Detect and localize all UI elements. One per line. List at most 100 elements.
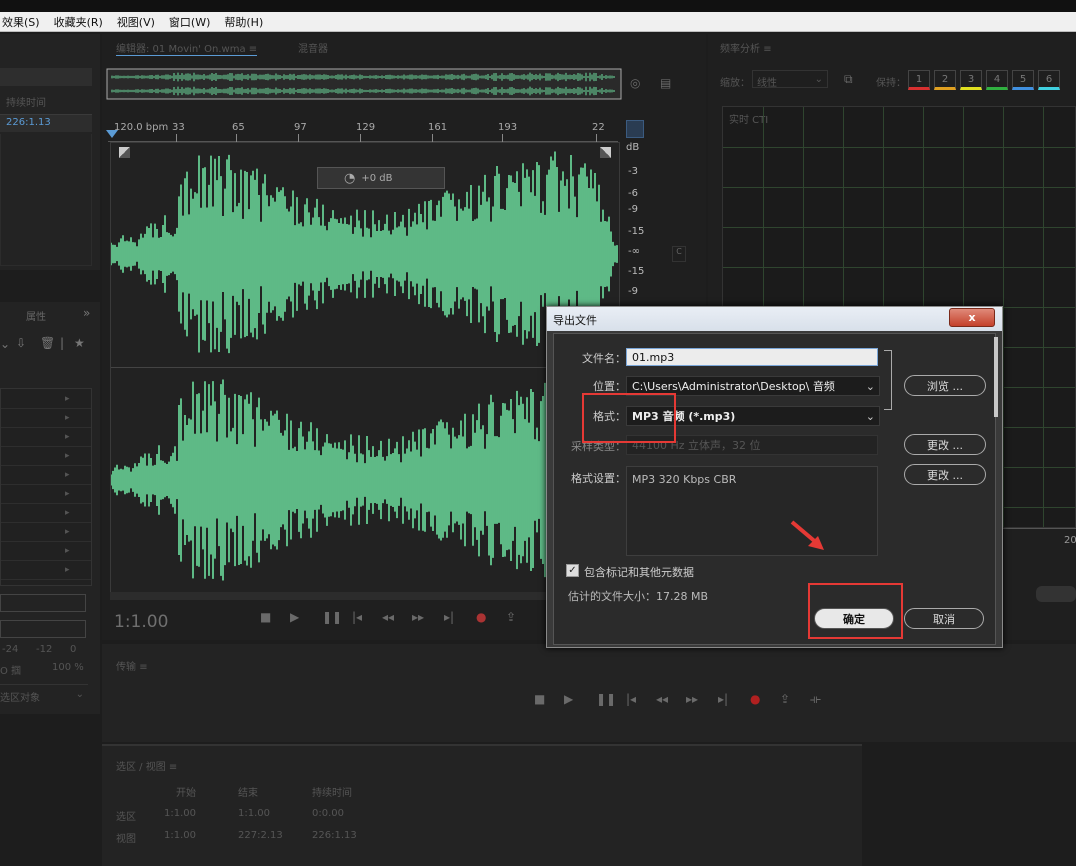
menu-window[interactable]: 窗口(W) bbox=[169, 14, 210, 30]
expand-icon[interactable]: ▸ bbox=[65, 470, 70, 480]
hold-button[interactable]: 2 bbox=[934, 70, 956, 90]
auto-label[interactable]: O 掴 bbox=[0, 662, 21, 677]
menu-help[interactable]: 帮助(H) bbox=[224, 14, 263, 30]
rewind-icon[interactable]: ◂◂ bbox=[656, 692, 668, 706]
filename-input[interactable]: 01.mp3 bbox=[626, 348, 878, 366]
effect-slot[interactable]: ▸ bbox=[1, 505, 91, 523]
fade-in-handle[interactable] bbox=[119, 147, 130, 158]
fade-out-handle[interactable] bbox=[600, 147, 611, 158]
include-markers-checkbox[interactable]: ✓ bbox=[566, 564, 579, 577]
zoom-nav-icon[interactable]: ◎ bbox=[630, 76, 640, 90]
playhead-marker[interactable] bbox=[106, 130, 118, 138]
expand-icon[interactable]: ▸ bbox=[65, 565, 70, 575]
pause-icon[interactable]: ❚❚ bbox=[596, 692, 616, 706]
editor-tab-menu-icon[interactable]: ≡ bbox=[249, 44, 257, 55]
ruler-settings-icon[interactable] bbox=[626, 120, 644, 138]
change-format-button[interactable]: 更改 ... bbox=[904, 464, 986, 485]
scroll-bar[interactable] bbox=[110, 592, 620, 600]
menu-view[interactable]: 视图(V) bbox=[117, 14, 155, 30]
menu-effects[interactable]: 效果(S) bbox=[2, 14, 40, 30]
go-start-icon[interactable]: |◂ bbox=[352, 610, 362, 624]
expand-icon[interactable]: ▸ bbox=[65, 508, 70, 518]
expand-icon[interactable]: ▸ bbox=[65, 527, 70, 537]
selection-object-dropdown[interactable]: 选区对象 ⌄ bbox=[0, 684, 88, 704]
selview-menu-icon[interactable]: ≡ bbox=[169, 762, 177, 773]
properties-tab[interactable]: 属性 bbox=[26, 308, 46, 323]
effect-slot[interactable]: ▸ bbox=[1, 524, 91, 542]
go-end-icon[interactable]: ▸| bbox=[718, 692, 728, 706]
skip-icon[interactable]: ⟛ bbox=[810, 692, 821, 707]
menu-bar: 效果(S) 收藏夹(R) 视图(V) 窗口(W) 帮助(H) bbox=[0, 12, 1076, 32]
db-scale-toggle[interactable]: C bbox=[672, 246, 686, 262]
pause-icon[interactable]: ❚❚ bbox=[322, 610, 342, 624]
overview-waveform[interactable] bbox=[106, 68, 622, 100]
import-icon[interactable]: ⇩ bbox=[16, 336, 26, 350]
expand-icon[interactable]: ▸ bbox=[65, 451, 70, 461]
star-icon[interactable]: ★ bbox=[74, 336, 85, 350]
loop-icon[interactable]: ⇪ bbox=[780, 692, 790, 706]
effect-slot[interactable]: ▸ bbox=[1, 486, 91, 504]
cancel-button[interactable]: 取消 bbox=[904, 608, 984, 629]
expand-icon[interactable]: ▸ bbox=[65, 394, 70, 404]
dropdown-icon[interactable]: ⌄ bbox=[0, 337, 10, 351]
row-view-start[interactable]: 1:1.00 bbox=[164, 830, 196, 841]
row-selection-end[interactable]: 1:1.00 bbox=[238, 808, 270, 819]
rewind-icon[interactable]: ◂◂ bbox=[382, 610, 394, 624]
effect-slot[interactable]: ▸ bbox=[1, 391, 91, 409]
stop-icon[interactable]: ■ bbox=[534, 692, 545, 706]
effect-slot[interactable]: ▸ bbox=[1, 448, 91, 466]
timeline-ruler[interactable]: 120.0 bpm 33 65 97 129 161 193 22 bbox=[108, 118, 618, 142]
freq-menu-icon[interactable]: ≡ bbox=[763, 44, 771, 55]
effect-slot[interactable]: ▸ bbox=[1, 429, 91, 447]
go-start-icon[interactable]: |◂ bbox=[626, 692, 636, 706]
expand-icon[interactable]: ▸ bbox=[65, 413, 70, 423]
go-end-icon[interactable]: ▸| bbox=[444, 610, 454, 624]
stop-icon[interactable]: ■ bbox=[260, 610, 271, 624]
file-row-selected[interactable]: 226:1.13 bbox=[0, 114, 92, 132]
mixer-tab[interactable]: 混音器 bbox=[298, 40, 328, 55]
collapse-icon[interactable]: » bbox=[83, 306, 90, 320]
list-icon[interactable]: ▤ bbox=[660, 76, 671, 90]
include-markers-label[interactable]: 包含标记和其他元数据 bbox=[584, 564, 694, 580]
effect-slot[interactable]: ▸ bbox=[1, 543, 91, 561]
effect-slot[interactable]: ▸ bbox=[1, 467, 91, 485]
row-selection-duration[interactable]: 0:0.00 bbox=[312, 808, 344, 819]
record-icon[interactable]: ● bbox=[476, 610, 486, 624]
beat-tick bbox=[236, 134, 237, 142]
hold-button[interactable]: 6 bbox=[1038, 70, 1060, 90]
loop-icon[interactable]: ⇪ bbox=[506, 610, 516, 624]
hold-button[interactable]: 5 bbox=[1012, 70, 1034, 90]
fast-forward-icon[interactable]: ▸▸ bbox=[412, 610, 424, 624]
duration-value: 226:1.13 bbox=[6, 117, 51, 128]
expand-icon[interactable]: ▸ bbox=[65, 546, 70, 556]
menu-favorites[interactable]: 收藏夹(R) bbox=[54, 14, 103, 30]
change-sample-button[interactable]: 更改 ... bbox=[904, 434, 986, 455]
freq-title-text: 频率分析 bbox=[720, 44, 760, 55]
row-view-duration[interactable]: 226:1.13 bbox=[312, 830, 357, 841]
record-icon[interactable]: ● bbox=[750, 692, 760, 706]
waveform-area[interactable]: ◔ +0 dB bbox=[110, 142, 620, 600]
effect-slot[interactable]: ▸ bbox=[1, 562, 91, 580]
trash-icon[interactable]: 🗑 bbox=[40, 336, 55, 350]
expand-icon[interactable]: ▸ bbox=[65, 489, 70, 499]
play-icon[interactable]: ▶ bbox=[564, 692, 573, 706]
frame-icon[interactable]: ⧉ bbox=[844, 72, 853, 87]
editor-tab[interactable]: 编辑器: 01 Movin' On.wma ≡ bbox=[116, 40, 258, 56]
hold-button[interactable]: 3 bbox=[960, 70, 982, 90]
row-selection-start[interactable]: 1:1.00 bbox=[164, 808, 196, 819]
scale-dropdown[interactable]: 线性 ⌄ bbox=[752, 70, 828, 89]
row-view-end[interactable]: 227:2.13 bbox=[238, 830, 283, 841]
fast-forward-icon[interactable]: ▸▸ bbox=[686, 692, 698, 706]
hold-button[interactable]: 4 bbox=[986, 70, 1008, 90]
freq-scrollbar[interactable] bbox=[1036, 586, 1076, 602]
play-icon[interactable]: ▶ bbox=[290, 610, 299, 624]
effect-slot[interactable]: ▸ bbox=[1, 410, 91, 428]
beat-tick bbox=[432, 134, 433, 142]
browse-button[interactable]: 浏览 ... bbox=[904, 375, 986, 396]
beat-tick-label: 22 bbox=[592, 122, 605, 133]
hold-button[interactable]: 1 bbox=[908, 70, 930, 90]
gain-hud[interactable]: ◔ +0 dB bbox=[317, 167, 445, 189]
transport-menu-icon[interactable]: ≡ bbox=[139, 662, 147, 673]
expand-icon[interactable]: ▸ bbox=[65, 432, 70, 442]
dialog-close-button[interactable]: x bbox=[949, 308, 995, 327]
